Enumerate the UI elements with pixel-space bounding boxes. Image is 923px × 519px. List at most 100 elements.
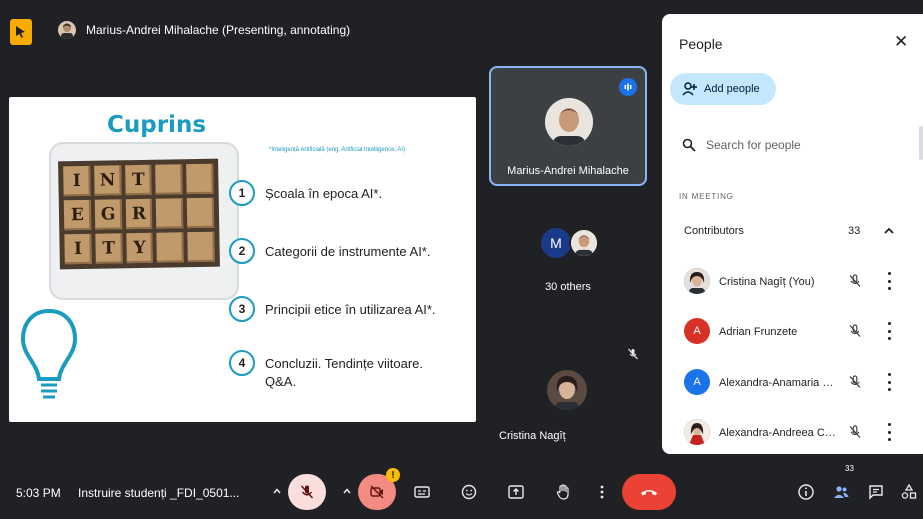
more-options-icon[interactable] <box>886 373 892 391</box>
participant-list-item[interactable]: A Adrian Frunzete <box>662 312 923 352</box>
agenda-number: 2 <box>229 238 255 264</box>
close-icon[interactable]: ✕ <box>894 32 908 52</box>
shared-slide: Cuprins *Inteligență Artificială (eng. A… <box>9 97 476 422</box>
people-panel: People ✕ Add people Search for people IN… <box>662 14 923 454</box>
mic-off-icon <box>628 348 638 360</box>
agenda-number: 3 <box>229 296 255 322</box>
raise-hand-button[interactable] <box>549 478 577 506</box>
more-options-icon[interactable] <box>886 272 892 290</box>
letter-tile: I <box>63 165 91 197</box>
letter-tile <box>156 198 184 229</box>
bottom-toolbar: 5:03 PM Instruire studenți _FDI_0501... … <box>0 462 923 519</box>
group-count: 33 <box>848 225 861 237</box>
participant-tile-presenter[interactable]: Marius-Andrei Mihalache <box>489 66 647 186</box>
avatar <box>569 228 599 258</box>
agenda-text: Școala în epoca AI*. <box>265 186 383 201</box>
participant-tile-others[interactable]: M 30 others <box>489 222 647 302</box>
group-label: Contributors <box>684 225 744 237</box>
avatar-initial: M <box>541 228 571 258</box>
letter-tile: Y <box>125 232 154 264</box>
participant-name: Cristina Nagîț <box>499 430 566 442</box>
agenda-text: Categorii de instrumente AI*. <box>265 244 431 259</box>
letter-tile: I <box>64 233 92 265</box>
captions-button[interactable] <box>408 478 436 506</box>
activities-icon <box>901 483 917 499</box>
add-person-icon <box>682 82 697 96</box>
chevron-up-icon[interactable] <box>882 224 896 238</box>
more-options-icon[interactable] <box>886 322 892 340</box>
avatar <box>684 268 710 294</box>
add-people-button[interactable]: Add people <box>670 73 776 105</box>
letter-tile <box>186 197 215 229</box>
letter-tile <box>186 163 214 195</box>
section-label: IN MEETING <box>679 192 734 201</box>
audio-options-chevron-icon[interactable] <box>272 486 282 496</box>
scrollbar[interactable] <box>919 126 923 160</box>
closed-captions-icon <box>414 486 430 498</box>
mic-off-icon[interactable] <box>848 324 862 338</box>
agenda-number: 4 <box>229 350 255 376</box>
agenda-item: 1 Școala în epoca AI*. <box>229 180 382 206</box>
top-bar: Marius-Andrei Mihalache (Presenting, ann… <box>0 0 660 60</box>
integrity-tiles-image: INTEGRITY <box>58 158 220 270</box>
self-avatar <box>547 370 587 410</box>
letter-tile: T <box>124 164 153 196</box>
others-count-label: 30 others <box>545 281 591 293</box>
clock: 5:03 PM <box>16 486 61 500</box>
mic-off-icon[interactable] <box>848 274 862 288</box>
letter-tile <box>155 164 183 195</box>
people-button[interactable] <box>827 478 855 506</box>
search-input[interactable]: Search for people <box>670 126 923 164</box>
search-icon <box>682 138 696 152</box>
emoji-icon <box>461 484 477 500</box>
leave-call-button[interactable] <box>622 474 676 510</box>
slide-footnote: *Inteligență Artificială (eng. Artificia… <box>269 147 406 153</box>
video-options-chevron-icon[interactable] <box>342 486 352 496</box>
avatar-initial: A <box>684 369 710 395</box>
meeting-details-button[interactable] <box>792 478 820 506</box>
letter-tile <box>156 232 185 263</box>
mic-off-icon[interactable] <box>848 425 862 439</box>
presenter-avatar <box>58 21 76 39</box>
more-options-button[interactable] <box>588 478 616 506</box>
pointer-icon <box>16 26 25 38</box>
contributors-group-header[interactable]: Contributors 33 <box>662 217 923 245</box>
info-icon <box>798 484 814 500</box>
people-count-badge: 33 <box>845 464 854 473</box>
agenda-item: 2 Categorii de instrumente AI*. <box>229 238 430 264</box>
activities-button[interactable] <box>895 478 923 506</box>
agenda-item: 4 Concluzii. Tendințe viitoare. Q&A. <box>229 350 450 391</box>
lightbulb-icon <box>20 308 78 399</box>
more-options-icon[interactable] <box>886 423 892 441</box>
mic-off-icon[interactable] <box>848 375 862 389</box>
more-vert-icon <box>600 485 604 499</box>
participant-list-item[interactable]: A Alexandra-Anamaria Spi... <box>662 363 923 403</box>
mic-off-icon <box>300 485 314 499</box>
participant-name: Alexandra-Andreea Co... <box>719 427 839 439</box>
microphone-toggle-button[interactable] <box>288 474 326 510</box>
participant-name: Marius-Andrei Mihalache <box>507 165 629 177</box>
chat-icon <box>869 485 883 500</box>
letter-tile: G <box>94 199 122 230</box>
panel-title: People <box>679 36 723 52</box>
reactions-button[interactable] <box>455 478 483 506</box>
presenter-tile-avatar <box>545 98 593 146</box>
camera-toggle-button[interactable]: ! <box>358 468 400 510</box>
participant-list-item[interactable]: Alexandra-Andreea Co... <box>662 413 923 453</box>
present-screen-button[interactable] <box>502 478 530 506</box>
search-placeholder: Search for people <box>706 138 801 152</box>
speaking-indicator-icon <box>619 78 637 96</box>
slide-title: Cuprins <box>107 112 207 138</box>
participant-name: Cristina Nagîț (You) <box>719 276 815 288</box>
chat-button[interactable] <box>862 478 890 506</box>
letter-tile: N <box>93 165 122 196</box>
participant-list-item[interactable]: Cristina Nagîț (You) <box>662 262 923 302</box>
avatar <box>684 419 710 445</box>
presenting-icon[interactable] <box>10 19 32 45</box>
hand-icon <box>556 484 569 500</box>
participant-tile-self[interactable]: Cristina Nagîț <box>489 340 647 450</box>
hang-up-icon <box>641 490 657 496</box>
agenda-item: 3 Principii etice în utilizarea AI*. <box>229 296 436 322</box>
agenda-text: Concluzii. Tendințe viitoare. Q&A. <box>265 356 424 389</box>
agenda-text: Principii etice în utilizarea AI*. <box>265 302 436 317</box>
